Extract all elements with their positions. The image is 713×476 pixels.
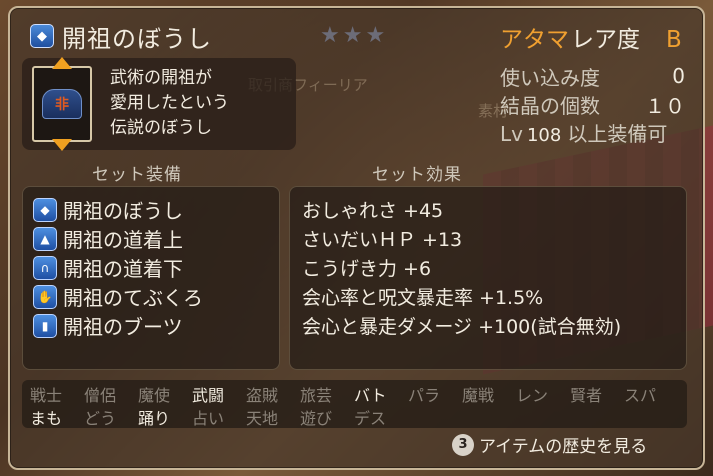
crystal-label: 結晶の個数	[500, 93, 600, 118]
usage-label: 使い込み度	[500, 65, 600, 90]
jobs-row: 戦士 僧侶 魔使 武闘 盗賊 旅芸 バト パラ 魔戦 レン 賢者 スパ	[22, 382, 687, 405]
usage-value: 0	[672, 64, 685, 88]
effect-item: 会心率と呪文暴走率 +1.5%	[302, 287, 544, 309]
job-label: 賢者	[570, 385, 603, 405]
set-heading: セット装備	[92, 165, 182, 185]
boots-icon: ▮	[33, 313, 57, 338]
set-item-name: 開祖のてぶくろ	[63, 286, 203, 310]
level-value: 108	[526, 125, 562, 146]
job-label: 戦士	[30, 385, 63, 405]
rarity-grade: B	[666, 27, 682, 53]
set-item-name: 開祖のぼうし	[63, 199, 183, 223]
set-item[interactable]: ◆ 開祖のぼうし	[33, 195, 279, 224]
job-label: 盗賊	[246, 385, 279, 405]
hat-icon: ◆	[33, 197, 57, 222]
set-item[interactable]: ▲ 開祖の道着上	[33, 224, 279, 253]
job-label: まも	[30, 408, 63, 428]
scroll-up-arrow-icon[interactable]	[52, 57, 72, 69]
item-stats: 使い込み度 0 結晶の個数 １０ Lv 108 以上装備可	[500, 62, 685, 146]
job-label: どう	[84, 408, 117, 428]
button-3-icon: 3	[452, 433, 474, 456]
job-label: 天地	[246, 408, 279, 428]
description-line: 伝説のぼうし	[110, 118, 212, 138]
level-suffix: 以上装備可	[567, 122, 668, 146]
job-label: デス	[354, 408, 387, 428]
effect-item: おしゃれさ +45	[302, 200, 444, 222]
set-equipment-panel: ◆ 開祖のぼうし ▲ 開祖の道着上 ∩ 開祖の道着下 ✋ 開祖のてぶくろ ▮ 開…	[22, 186, 280, 370]
effect-item: こうげき力 +6	[302, 258, 432, 280]
item-title: ◆ 開祖のぼうし	[30, 20, 212, 53]
set-item[interactable]: ✋ 開祖のてぶくろ	[33, 282, 279, 311]
effect-item: さいだいＨＰ +13	[302, 229, 463, 251]
item-history-button[interactable]: 3 アイテムの歴史を見る	[452, 432, 647, 457]
effect-item: 会心と暴走ダメージ +100(試合無効)	[302, 316, 622, 338]
effects-heading: セット効果	[372, 165, 462, 185]
gloves-icon: ✋	[33, 284, 57, 309]
job-label: 旅芸	[300, 385, 333, 405]
set-item-name: 開祖のブーツ	[63, 315, 183, 339]
job-label: 遊び	[300, 408, 333, 428]
hat-image-icon	[42, 89, 82, 119]
rarity-label: レア度	[571, 27, 640, 53]
set-item-name: 開祖の道着上	[63, 228, 183, 252]
job-label: 踊り	[138, 408, 171, 428]
crystal-value: １０	[645, 93, 685, 118]
equippable-jobs: 戦士 僧侶 魔使 武闘 盗賊 旅芸 バト パラ 魔戦 レン 賢者 スパ まも どう 踊り 占い 天地 遊び デス	[22, 380, 687, 428]
jobs-row: まも どう 踊り 占い 天地 遊び デス	[22, 405, 687, 428]
job-label: 占い	[192, 408, 225, 428]
description-line: 愛用したという	[110, 93, 229, 113]
job-label: スパ	[624, 385, 657, 405]
item-portrait[interactable]	[32, 57, 92, 151]
history-label: アイテムの歴史を見る	[479, 437, 648, 457]
crystal-row: 結晶の個数 １０	[500, 90, 685, 118]
item-name: 開祖のぼうし	[62, 24, 212, 53]
job-label: パラ	[408, 385, 441, 405]
description-line: 武術の開祖が	[110, 68, 212, 88]
job-label: レン	[516, 385, 549, 405]
set-item[interactable]: ∩ 開祖の道着下	[33, 253, 279, 282]
scroll-down-arrow-icon[interactable]	[52, 139, 72, 151]
rarity-info: アタマ レア度 B	[500, 20, 682, 54]
set-item-name: 開祖の道着下	[63, 257, 183, 281]
job-label: 僧侶	[84, 385, 117, 405]
body-bottom-icon: ∩	[33, 255, 57, 280]
job-label: 魔使	[138, 385, 171, 405]
job-label: バト	[354, 385, 387, 405]
usage-row: 使い込み度 0	[500, 62, 685, 90]
set-effects-panel: おしゃれさ +45 さいだいＨＰ +13 こうげき力 +6 会心率と呪文暴走率 …	[289, 186, 687, 370]
equip-slot: アタマ	[500, 27, 569, 53]
job-label: 武闘	[192, 385, 225, 405]
level-requirement: Lv 108 以上装備可	[500, 118, 685, 146]
set-effects-list: おしゃれさ +45 さいだいＨＰ +13 こうげき力 +6 会心率と呪文暴走率 …	[290, 187, 686, 340]
set-item[interactable]: ▮ 開祖のブーツ	[33, 311, 279, 340]
item-description-box: 武術の開祖が 愛用したという 伝説のぼうし	[22, 57, 296, 151]
item-description: 武術の開祖が 愛用したという 伝説のぼうし	[110, 66, 229, 141]
body-top-icon: ▲	[33, 226, 57, 251]
job-label: 魔戦	[462, 385, 495, 405]
set-equipment-list: ◆ 開祖のぼうし ▲ 開祖の道着上 ∩ 開祖の道着下 ✋ 開祖のてぶくろ ▮ 開…	[23, 187, 279, 340]
hat-icon: ◆	[30, 24, 54, 48]
level-prefix: Lv	[500, 122, 523, 146]
rating-stars: ★★★	[320, 23, 389, 48]
